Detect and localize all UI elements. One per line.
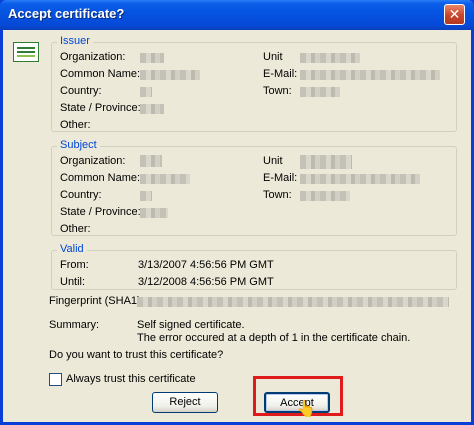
redacted-value xyxy=(300,155,352,169)
summary-line-2: The error occured at a depth of 1 in the… xyxy=(137,332,411,344)
valid-legend: Valid xyxy=(57,243,87,255)
redacted-value xyxy=(140,104,164,114)
valid-from-label: From: xyxy=(60,259,89,271)
trust-question: Do you want to trust this certificate? xyxy=(49,349,224,361)
title-bar[interactable]: Accept certificate? ✕ xyxy=(0,0,474,30)
issuer-country-label: Country: xyxy=(60,85,102,97)
fingerprint-label: Fingerprint (SHA1): xyxy=(49,295,144,307)
issuer-legend: Issuer xyxy=(57,35,93,47)
issuer-group: Issuer Organization: Common Name: Countr… xyxy=(51,35,457,132)
subject-unit-label: Unit xyxy=(263,155,283,167)
issuer-organization-label: Organization: xyxy=(60,51,126,63)
subject-group: Subject Organization: Common Name: Count… xyxy=(51,139,457,236)
always-trust-label[interactable]: Always trust this certificate xyxy=(66,373,196,385)
issuer-unit-label: Unit xyxy=(263,51,283,63)
close-icon: ✕ xyxy=(448,6,461,22)
subject-country-label: Country: xyxy=(60,189,102,201)
redacted-value xyxy=(300,174,420,184)
redacted-value xyxy=(300,70,440,80)
subject-common-name-label: Common Name: xyxy=(60,172,141,184)
redacted-value xyxy=(140,70,200,80)
issuer-other-label: Other: xyxy=(60,119,91,131)
valid-until-value: 3/12/2008 4:56:56 PM GMT xyxy=(138,276,274,288)
summary-line-1: Self signed certificate. xyxy=(137,319,245,331)
redacted-value xyxy=(140,87,152,97)
window-title: Accept certificate? xyxy=(8,6,125,21)
subject-other-label: Other: xyxy=(60,223,91,235)
close-button[interactable]: ✕ xyxy=(444,4,465,25)
issuer-town-label: Town: xyxy=(263,85,292,97)
always-trust-checkbox[interactable] xyxy=(49,373,62,386)
redacted-value xyxy=(140,53,164,63)
subject-legend: Subject xyxy=(57,139,100,151)
summary-label: Summary: xyxy=(49,319,100,331)
issuer-email-label: E-Mail: xyxy=(263,68,298,80)
redacted-value xyxy=(140,208,168,218)
subject-town-label: Town: xyxy=(263,189,292,201)
redacted-value xyxy=(300,87,340,97)
subject-email-label: E-Mail: xyxy=(263,172,298,184)
valid-group: Valid From: 3/13/2007 4:56:56 PM GMT Unt… xyxy=(51,243,457,290)
reject-button[interactable]: Reject xyxy=(152,392,218,413)
issuer-state-label: State / Province: xyxy=(60,102,141,114)
subject-state-label: State / Province: xyxy=(60,206,141,218)
valid-until-label: Until: xyxy=(60,276,86,288)
dialog-body: Issuer Organization: Common Name: Countr… xyxy=(3,30,471,422)
redacted-value xyxy=(140,191,152,201)
certificate-icon xyxy=(13,42,39,62)
mouse-cursor-icon: 👆 xyxy=(296,401,316,418)
redacted-value xyxy=(300,53,360,63)
redacted-value xyxy=(140,155,162,167)
redacted-value xyxy=(300,191,350,201)
redacted-value xyxy=(140,174,190,184)
subject-organization-label: Organization: xyxy=(60,155,126,167)
valid-from-value: 3/13/2007 4:56:56 PM GMT xyxy=(138,259,274,271)
issuer-common-name-label: Common Name: xyxy=(60,68,141,80)
dialog-window: Accept certificate? ✕ Issuer Organizatio… xyxy=(0,0,474,425)
redacted-fingerprint xyxy=(137,297,449,307)
